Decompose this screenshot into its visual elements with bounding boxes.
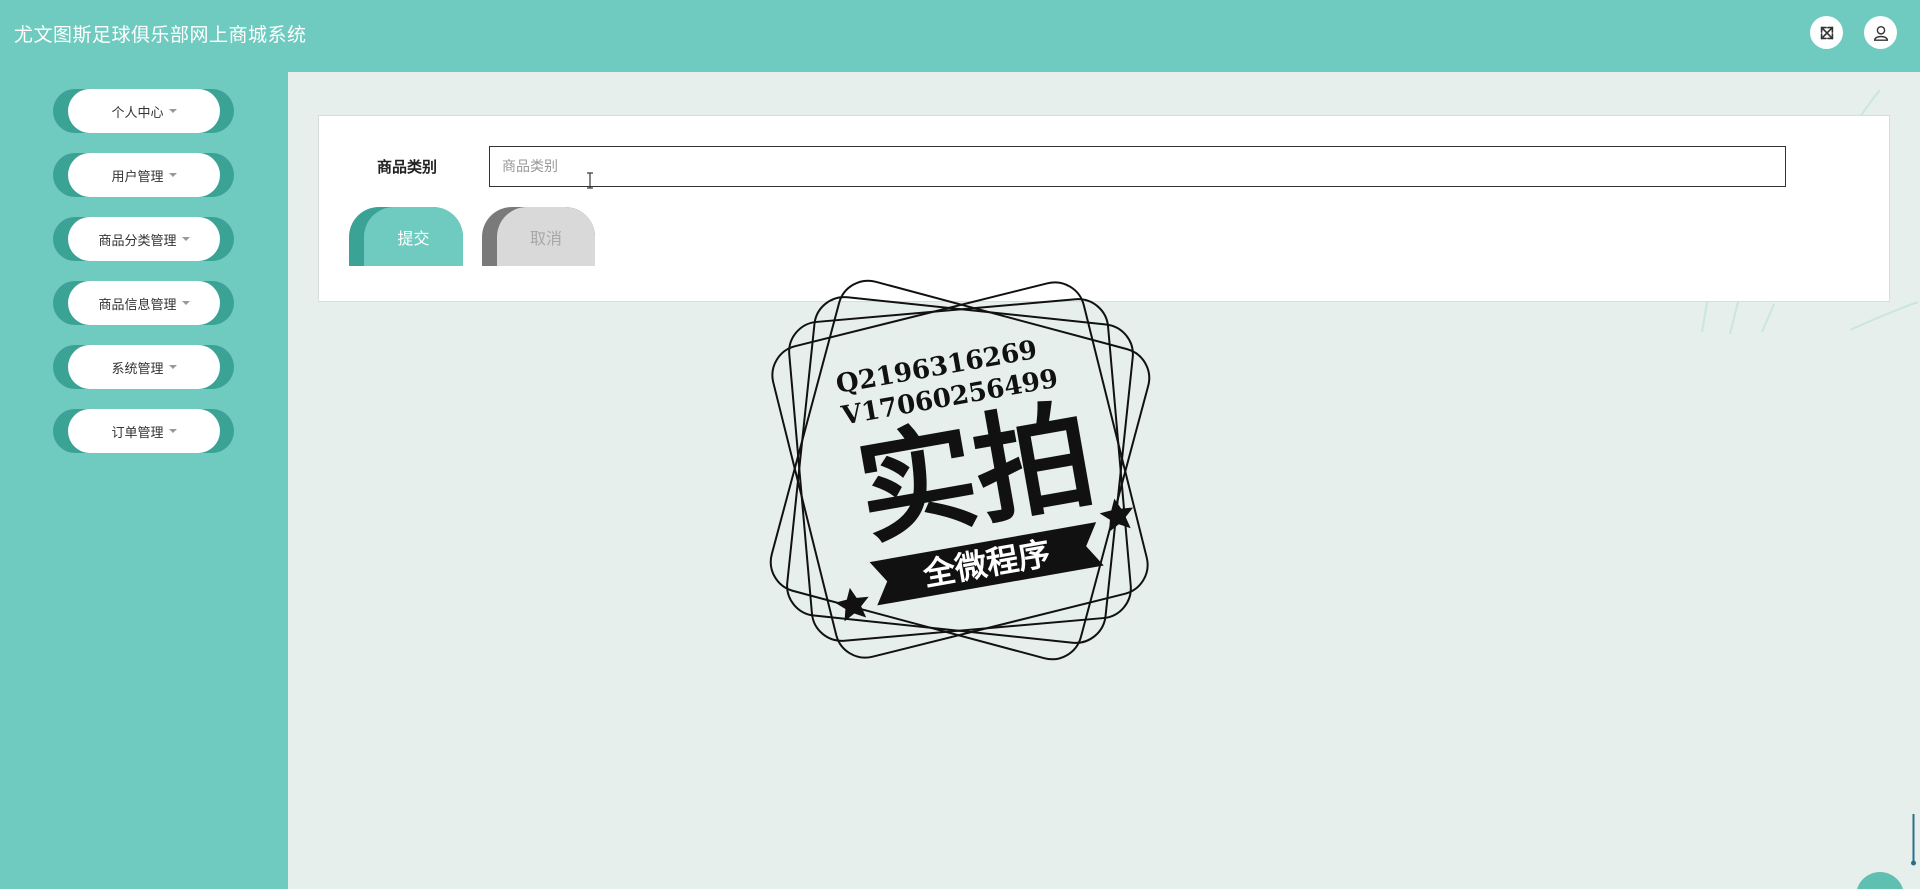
cancel-button-label: 取消: [497, 207, 595, 266]
chevron-down-icon: [181, 237, 190, 241]
submit-button-label: 提交: [364, 207, 463, 266]
sidebar-item-label: 商品信息管理: [98, 297, 177, 313]
sidebar-item-user-management[interactable]: 用户管理: [53, 153, 234, 197]
floating-action-button[interactable]: [1856, 872, 1904, 889]
user-icon: [1873, 25, 1888, 41]
sidebar-item-order-management[interactable]: 订单管理: [53, 409, 234, 453]
chevron-down-icon: [168, 365, 177, 369]
category-input[interactable]: [489, 146, 1786, 187]
sidebar-item-label: 系统管理: [111, 361, 164, 377]
chevron-down-icon: [168, 109, 177, 113]
fullscreen-button[interactable]: [1810, 16, 1843, 49]
sidebar-item-label: 订单管理: [111, 425, 164, 441]
sidebar-item-category-management[interactable]: 商品分类管理: [53, 217, 234, 261]
watermark-stamp: Q2196316269 V17060256499 实拍 全微程序: [769, 279, 1151, 661]
sidebar-item-system-management[interactable]: 系统管理: [53, 345, 234, 389]
user-button[interactable]: [1864, 16, 1897, 49]
chevron-down-icon: [181, 301, 190, 305]
sidebar-item-product-management[interactable]: 商品信息管理: [53, 281, 234, 325]
chevron-down-icon: [168, 429, 177, 433]
sidebar-item-label: 商品分类管理: [98, 233, 177, 249]
sidebar-item-label: 个人中心: [111, 105, 164, 121]
top-navbar: 尤文图斯足球俱乐部网上商城系统: [0, 0, 1920, 72]
chevron-down-icon: [168, 173, 177, 177]
submit-button[interactable]: 提交: [349, 207, 463, 266]
app-title: 尤文图斯足球俱乐部网上商城系统: [14, 24, 307, 46]
sidebar: 个人中心 用户管理 商品分类管理 商品信息管理 系统管理 订单管理: [0, 72, 288, 889]
star-icon: [835, 587, 869, 622]
fullscreen-icon: [1820, 26, 1833, 39]
sidebar-item-label: 用户管理: [111, 169, 164, 185]
cancel-button[interactable]: 取消: [482, 207, 595, 266]
category-label: 商品类别: [377, 158, 438, 176]
text-cursor-icon: [587, 172, 593, 189]
scroll-indicator[interactable]: [1911, 812, 1916, 868]
sidebar-item-personal-center[interactable]: 个人中心: [53, 89, 234, 133]
